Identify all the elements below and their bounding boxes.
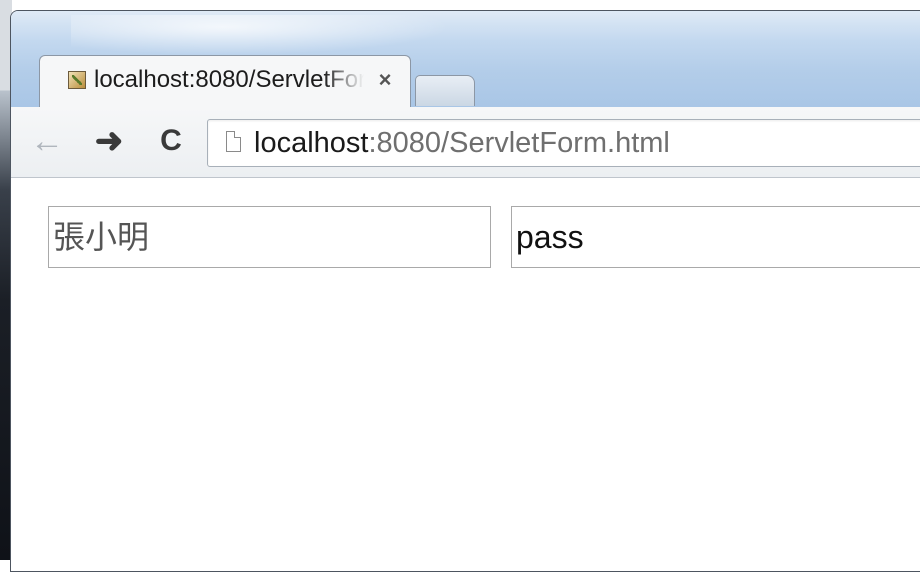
reload-icon[interactable]: C	[151, 121, 191, 161]
back-arrow-icon[interactable]: ←	[27, 121, 67, 161]
site-favicon-icon	[68, 71, 86, 89]
url-host: localhost	[254, 127, 369, 159]
page-content: 張小明 pass	[11, 178, 920, 571]
title-bar: localhost:8080/ServletForm.html ×	[11, 11, 920, 110]
url-path: :8080/ServletForm.html	[368, 127, 670, 159]
address-bar[interactable]: localhost:8080/ServletForm.html	[207, 119, 920, 167]
browser-toolbar: ← ➜ C localhost:8080/ServletForm.html	[11, 107, 920, 178]
tab-active[interactable]: localhost:8080/ServletForm.html ×	[39, 55, 411, 110]
tab-title: localhost:8080/ServletForm.html	[94, 66, 364, 93]
address-url[interactable]: localhost:8080/ServletForm.html	[254, 126, 670, 160]
title-bar-glow	[71, 15, 451, 55]
page-icon	[226, 131, 241, 152]
new-tab-button[interactable]	[415, 75, 475, 106]
tab-close-icon[interactable]: ×	[374, 65, 396, 95]
browser-window: localhost:8080/ServletForm.html × ← ➜ C …	[10, 10, 920, 572]
name-input[interactable]: 張小明	[48, 206, 491, 268]
forward-arrow-icon[interactable]: ➜	[89, 121, 129, 161]
password-input[interactable]: pass	[511, 206, 920, 268]
